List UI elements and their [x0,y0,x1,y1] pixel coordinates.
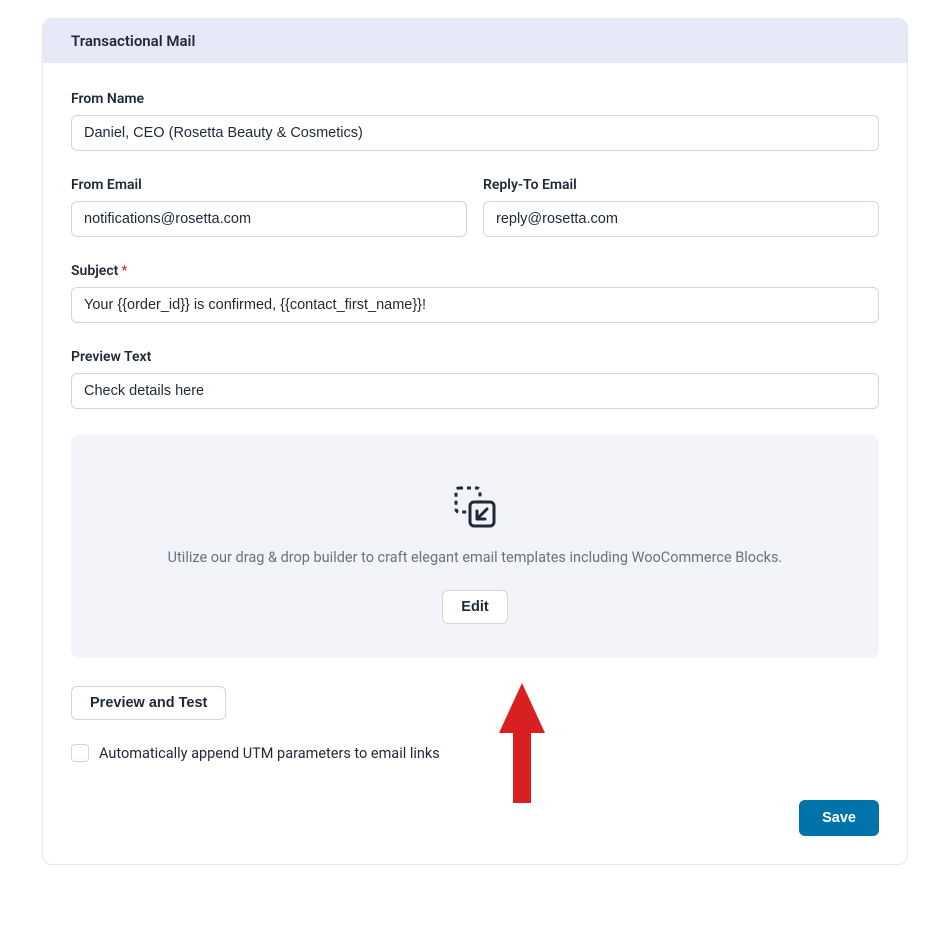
from-email-label: From Email [71,177,467,193]
builder-description: Utilize our drag & drop builder to craft… [95,549,855,566]
transactional-mail-card: Transactional Mail From Name From Email … [42,18,908,865]
reply-to-email-group: Reply-To Email [483,177,879,237]
utm-checkbox[interactable] [71,744,89,762]
from-email-input[interactable] [71,201,467,237]
drag-drop-icon [95,483,855,531]
from-name-group: From Name [71,91,879,151]
from-name-input[interactable] [71,115,879,151]
from-email-group: From Email [71,177,467,237]
card-body: From Name From Email Reply-To Email Subj… [43,63,907,864]
preview-test-button[interactable]: Preview and Test [71,686,226,720]
card-title: Transactional Mail [71,32,195,50]
subject-input[interactable] [71,287,879,323]
subject-label: Subject* [71,263,879,279]
utm-checkbox-row: Automatically append UTM parameters to e… [71,744,879,762]
card-footer: Save [71,800,879,836]
preview-text-group: Preview Text [71,349,879,409]
builder-box: Utilize our drag & drop builder to craft… [71,435,879,658]
reply-to-email-label: Reply-To Email [483,177,879,193]
card-header: Transactional Mail [43,19,907,63]
from-name-label: From Name [71,91,879,107]
required-asterisk: * [121,263,127,279]
subject-group: Subject* [71,263,879,323]
edit-button[interactable]: Edit [442,590,507,624]
reply-to-email-input[interactable] [483,201,879,237]
save-button[interactable]: Save [799,800,879,836]
preview-text-input[interactable] [71,373,879,409]
utm-checkbox-label: Automatically append UTM parameters to e… [99,745,440,762]
preview-text-label: Preview Text [71,349,879,365]
